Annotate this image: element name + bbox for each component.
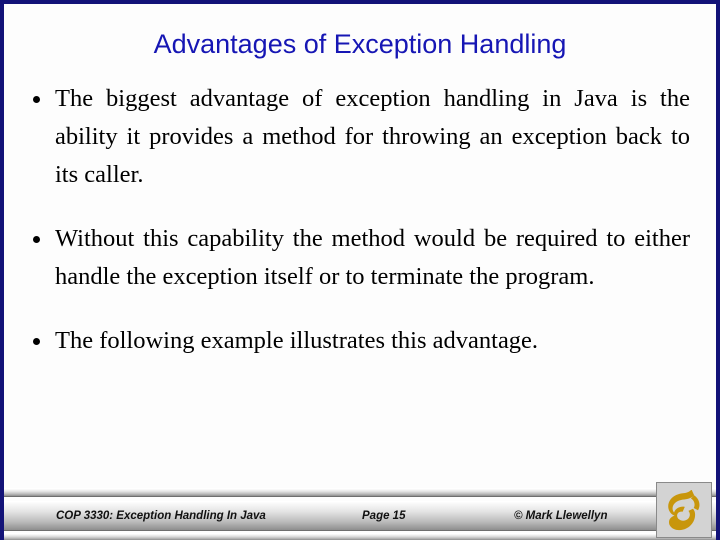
footer-bar-lower bbox=[4, 533, 716, 540]
bullet-item: The following example illustrates this a… bbox=[22, 322, 690, 360]
slide-border-top bbox=[0, 0, 720, 4]
slide-title: Advantages of Exception Handling bbox=[153, 29, 567, 59]
slide-border-right bbox=[716, 0, 720, 540]
bullet-text: The following example illustrates this a… bbox=[55, 327, 539, 354]
bullet-item: Without this capability the method would… bbox=[22, 220, 690, 296]
slide-border-left bbox=[0, 0, 4, 540]
bullet-dot-icon bbox=[33, 236, 40, 243]
bullet-text: The biggest advantage of exception handl… bbox=[55, 85, 690, 188]
slide-canvas: Advantages of Exception Handling The big… bbox=[0, 0, 720, 540]
bullet-item: The biggest advantage of exception handl… bbox=[22, 80, 690, 194]
footer-course-label: COP 3330: Exception Handling In Java bbox=[56, 510, 266, 522]
footer-page-number: Page 15 bbox=[362, 510, 406, 522]
bullet-dot-icon bbox=[33, 338, 40, 345]
slide-body: The biggest advantage of exception handl… bbox=[22, 80, 690, 360]
ucf-pegasus-logo bbox=[656, 482, 712, 538]
footer-bar-upper bbox=[4, 488, 716, 497]
slide-footer: COP 3330: Exception Handling In Java Pag… bbox=[4, 482, 716, 540]
bullet-text: Without this capability the method would… bbox=[55, 225, 690, 290]
footer-copyright: © Mark Llewellyn bbox=[514, 510, 608, 522]
bullet-dot-icon bbox=[33, 96, 40, 103]
footer-text-row: COP 3330: Exception Handling In Java Pag… bbox=[4, 501, 716, 531]
